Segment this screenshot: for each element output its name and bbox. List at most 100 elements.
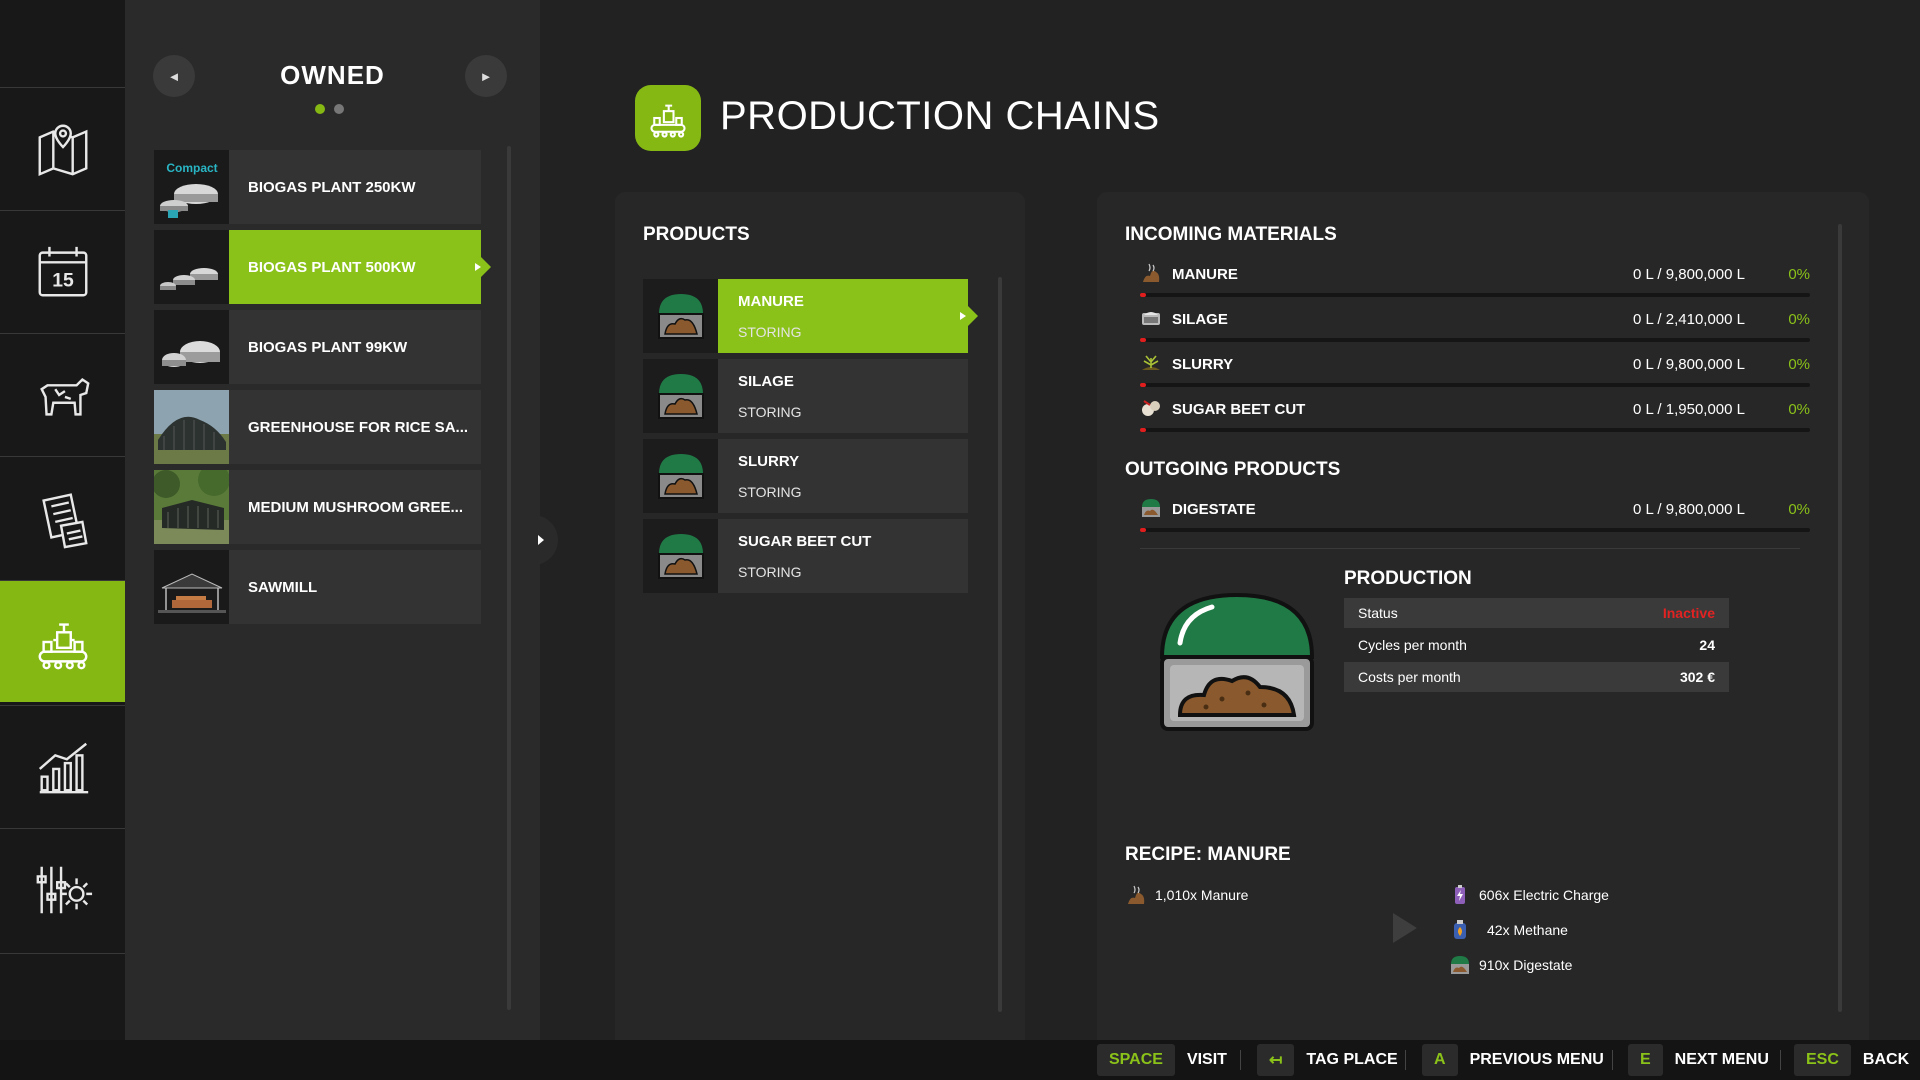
hint-visit[interactable]: SPACE VISIT (1097, 1040, 1227, 1080)
greenhouse-thumbnail (154, 390, 229, 464)
key-space[interactable]: SPACE (1097, 1044, 1175, 1076)
hint-previous-menu[interactable]: A PREVIOUS MENU (1422, 1040, 1604, 1080)
product-item-slurry[interactable]: SLURRY STORING (643, 439, 968, 513)
product-status: STORING (738, 483, 802, 500)
owned-item-greenhouse-rice[interactable]: GREENHOUSE FOR RICE SA... (154, 390, 481, 464)
products-title: PRODUCTS (643, 224, 750, 245)
settings-icon (36, 866, 92, 913)
contracts-icon (41, 492, 88, 548)
key-tab[interactable]: ↤ (1257, 1044, 1295, 1076)
selected-arrow-icon (475, 263, 481, 271)
collapse-panel-handle[interactable] (530, 515, 558, 565)
stat-row-cycles: Cycles per month 24 (1344, 630, 1729, 660)
production-icon (38, 622, 87, 669)
recipe-arrow-icon (1393, 913, 1417, 943)
outgoing-title: OUTGOING PRODUCTS (1125, 459, 1341, 480)
product-item-sugar-beet-cut[interactable]: SUGAR BEET CUT STORING (643, 519, 968, 593)
rail-item-settings[interactable] (0, 828, 125, 950)
methane-icon (1454, 920, 1466, 939)
rail-item-map[interactable] (0, 87, 125, 209)
calendar-icon: 15 (38, 246, 87, 296)
stat-row-costs: Costs per month 302 € (1344, 662, 1729, 692)
biogas-plant-99-thumbnail (154, 310, 229, 384)
recipe-output-label: 910x Digestate (1479, 957, 1573, 973)
recipe-output-methane: 42x Methane (1449, 919, 1568, 941)
page-title: PRODUCTION CHAINS (720, 94, 1160, 138)
calendar-badge: 15 (52, 269, 74, 291)
hint-label: TAG PLACE (1306, 1051, 1398, 1068)
costs-value: 302 € (1679, 669, 1715, 685)
stat-label: Costs per month (1358, 669, 1461, 685)
owned-item-label: SAWMILL (248, 578, 318, 596)
owned-item-mushroom-greenhouse[interactable]: MEDIUM MUSHROOM GREE... (154, 470, 481, 544)
page-dot-1[interactable] (315, 104, 325, 114)
material-fill-bar (1140, 293, 1810, 297)
rail-item-statistics[interactable] (0, 705, 125, 827)
material-fill-bar (1140, 338, 1810, 342)
fill-indicator (1140, 338, 1146, 342)
hint-separator (1612, 1050, 1613, 1070)
recipe-input-manure: 1,010x Manure (1125, 884, 1248, 906)
biogas-plant-500-thumbnail (154, 230, 229, 304)
product-item-silage[interactable]: SILAGE STORING (643, 359, 968, 433)
material-amount: 0 L / 1,950,000 L (1632, 401, 1745, 418)
rail-item-contracts[interactable] (0, 456, 125, 578)
hint-separator (1405, 1050, 1406, 1070)
rail-item-production[interactable] (0, 580, 135, 702)
hint-label: VISIT (1186, 1051, 1227, 1068)
details-panel: INCOMING MATERIALS MANURE 0 L / 9,800,00… (1097, 192, 1869, 1040)
material-amount: 0 L / 9,800,000 L (1632, 501, 1745, 518)
hint-label: PREVIOUS MENU (1469, 1051, 1604, 1068)
cow-icon (39, 377, 90, 416)
hint-back[interactable]: ESC BACK (1794, 1040, 1909, 1080)
material-percent: 0% (1788, 501, 1810, 518)
key-a[interactable]: A (1422, 1044, 1458, 1076)
owned-next-button[interactable]: ► (465, 55, 507, 97)
rail-item-animals[interactable] (0, 333, 125, 455)
material-fill-bar (1140, 383, 1810, 387)
material-percent: 0% (1788, 356, 1810, 373)
digestate-icon (1142, 499, 1160, 517)
product-name: SLURRY (738, 452, 800, 470)
mushroom-greenhouse-thumbnail (154, 470, 229, 544)
outgoing-row-digestate: DIGESTATE 0 L / 9,800,000 L 0% (1140, 497, 1810, 537)
key-esc[interactable]: ESC (1794, 1044, 1851, 1076)
product-item-manure[interactable]: MANURE STORING (643, 279, 978, 353)
product-status: STORING (738, 323, 802, 340)
production-icon (650, 104, 686, 138)
manure-icon (1143, 263, 1160, 282)
products-list: MANURE STORING SILAGE STORING SLURRY STO… (643, 279, 978, 599)
hint-tag-place[interactable]: ↤ TAG PLACE (1257, 1040, 1398, 1080)
product-name: SUGAR BEET CUT (738, 532, 872, 550)
owned-item-label: BIOGAS PLANT 500KW (248, 258, 416, 276)
details-scrollbar[interactable] (1838, 224, 1842, 1012)
rail-item-calendar[interactable]: 15 (0, 210, 125, 332)
owned-item-biogas-500[interactable]: BIOGAS PLANT 500KW (154, 230, 491, 304)
owned-scrollbar[interactable] (507, 146, 511, 1010)
owned-item-sawmill[interactable]: SAWMILL (154, 550, 481, 624)
product-name: MANURE (738, 292, 804, 310)
owned-item-label: BIOGAS PLANT 99KW (248, 338, 408, 356)
products-panel: PRODUCTS MANURE STORING SILAGE STORING S… (615, 192, 1025, 1040)
digestate-tank-icon (1159, 592, 1315, 731)
incoming-row-manure: MANURE 0 L / 9,800,000 L 0% (1140, 262, 1810, 302)
page-dot-2[interactable] (334, 104, 344, 114)
products-scrollbar[interactable] (998, 277, 1002, 1012)
key-e[interactable]: E (1628, 1044, 1663, 1076)
fill-indicator (1140, 428, 1146, 432)
owned-item-biogas-99[interactable]: BIOGAS PLANT 99KW (154, 310, 481, 384)
fill-indicator (1140, 293, 1146, 297)
sawmill-thumbnail (154, 550, 229, 624)
stat-label: Cycles per month (1358, 637, 1467, 653)
material-amount: 0 L / 9,800,000 L (1632, 266, 1745, 283)
manure-icon (1128, 885, 1145, 904)
material-percent: 0% (1788, 266, 1810, 283)
owned-item-biogas-250[interactable]: Compact BIOGAS PLANT 250KW (154, 150, 481, 224)
owned-item-label: BIOGAS PLANT 250KW (248, 178, 416, 196)
rail-divider (0, 953, 125, 954)
material-percent: 0% (1788, 401, 1810, 418)
status-value: Inactive (1662, 605, 1715, 621)
electric-charge-icon (1455, 885, 1465, 904)
product-status: STORING (738, 403, 802, 420)
hint-next-menu[interactable]: E NEXT MENU (1628, 1040, 1769, 1080)
